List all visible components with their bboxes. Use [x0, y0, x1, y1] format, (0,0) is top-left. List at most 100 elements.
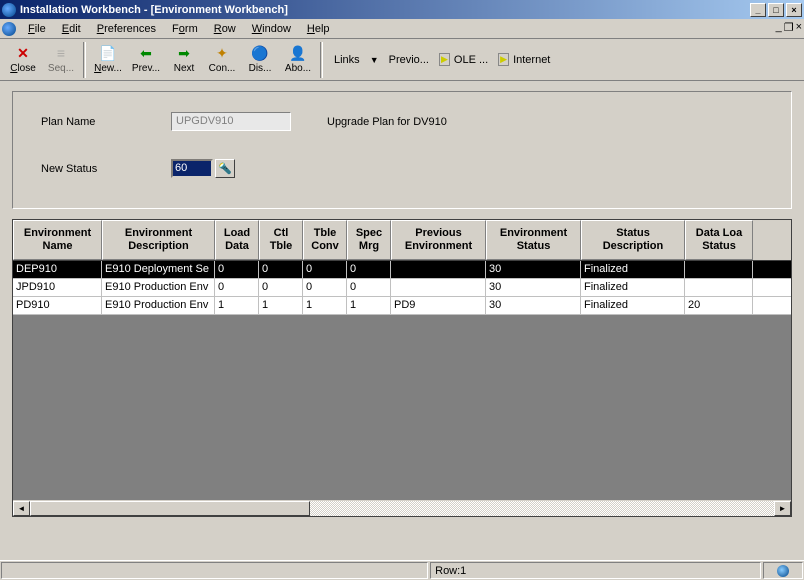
prev-arrow-icon: ⬅	[138, 45, 154, 61]
cell-prev: PD9	[391, 297, 486, 314]
scroll-thumb[interactable]	[30, 501, 310, 516]
menu-window[interactable]: Window	[244, 21, 299, 37]
cell-load: 0	[215, 261, 259, 278]
cell-env: PD910	[13, 297, 102, 314]
menu-file[interactable]: File	[20, 21, 54, 37]
flashlight-icon: 🔦	[218, 162, 232, 175]
next-arrow-icon: ➡	[176, 45, 192, 61]
cell-tble: 0	[303, 279, 347, 296]
cell-load: 1	[215, 297, 259, 314]
abo-button[interactable]: 👤 Abo...	[279, 41, 317, 79]
col-environment-name[interactable]: Environment Name	[13, 220, 102, 260]
maximize-button[interactable]: □	[768, 3, 784, 17]
plan-name-label: Plan Name	[41, 116, 171, 128]
grid-header: Environment Name Environment Description…	[13, 220, 791, 261]
mdi-icon[interactable]	[2, 22, 16, 36]
menu-edit[interactable]: Edit	[54, 21, 89, 37]
cell-spec: 1	[347, 297, 391, 314]
links-area: Links ▼ Previo... ▶OLE ... ▶Internet	[334, 53, 550, 66]
new-icon: 📄	[100, 45, 116, 61]
col-ctl-tble[interactable]: Ctl Tble	[259, 220, 303, 260]
about-icon: 👤	[290, 45, 306, 61]
status-cell-left	[1, 562, 428, 579]
col-status-description[interactable]: Status Description	[581, 220, 685, 260]
window-titlebar: Installation Workbench - [Environment Wo…	[0, 0, 804, 19]
grid: Environment Name Environment Description…	[12, 219, 792, 517]
col-environment-description[interactable]: Environment Description	[102, 220, 215, 260]
window-title: Installation Workbench - [Environment Wo…	[20, 4, 750, 16]
cell-tble: 0	[303, 261, 347, 278]
cell-spec: 0	[347, 261, 391, 278]
cell-sdesc: Finalized	[581, 297, 685, 314]
table-row[interactable]: DEP910 E910 Deployment Se 0 0 0 0 30 Fin…	[13, 261, 791, 279]
toolbar-separator	[83, 42, 86, 78]
ole-icon: ▶	[439, 53, 450, 66]
seq-button[interactable]: ≡ Seq...	[42, 41, 80, 79]
close-window-button[interactable]: ×	[786, 3, 802, 17]
dropdown-icon[interactable]: ▼	[370, 55, 379, 65]
toolbar-separator	[320, 42, 323, 78]
cell-status: 30	[486, 261, 581, 278]
dis-button[interactable]: 🔵 Dis...	[241, 41, 279, 79]
link-internet[interactable]: ▶Internet	[498, 53, 550, 66]
cell-spec: 0	[347, 279, 391, 296]
close-button[interactable]: ✕ Close	[4, 41, 42, 79]
cell-dls	[685, 279, 753, 296]
col-load-data[interactable]: Load Data	[215, 220, 259, 260]
grid-body: DEP910 E910 Deployment Se 0 0 0 0 30 Fin…	[13, 261, 791, 315]
close-icon: ✕	[15, 45, 31, 61]
menu-help[interactable]: Help	[299, 21, 338, 37]
link-ole[interactable]: ▶OLE ...	[439, 53, 488, 66]
cell-prev	[391, 261, 486, 278]
links-label: Links	[334, 54, 360, 66]
cell-sdesc: Finalized	[581, 261, 685, 278]
cell-status: 30	[486, 279, 581, 296]
minimize-button[interactable]: _	[750, 3, 766, 17]
mdi-window-buttons: _ ❐ ×	[776, 21, 802, 34]
mdi-restore-button[interactable]: ❐	[784, 21, 794, 34]
status-globe	[763, 562, 803, 579]
next-button[interactable]: ➡ Next	[165, 41, 203, 79]
globe-icon	[777, 565, 789, 577]
cell-dls: 20	[685, 297, 753, 314]
menu-row[interactable]: Row	[206, 21, 244, 37]
horizontal-scrollbar[interactable]: ◄ ►	[13, 499, 791, 516]
client-area: Plan Name UPGDV910 Upgrade Plan for DV91…	[0, 81, 804, 527]
cell-ctl: 0	[259, 279, 303, 296]
col-data-load-status[interactable]: Data Loa Status	[685, 220, 753, 260]
new-status-row: New Status 60 🔦	[41, 159, 763, 178]
cell-load: 0	[215, 279, 259, 296]
cell-env: DEP910	[13, 261, 102, 278]
new-button[interactable]: 📄 New...	[89, 41, 127, 79]
cell-sdesc: Finalized	[581, 279, 685, 296]
cell-dls	[685, 261, 753, 278]
new-status-input[interactable]: 60	[171, 159, 213, 178]
new-status-label: New Status	[41, 163, 171, 175]
cell-desc: E910 Deployment Se	[102, 261, 215, 278]
col-tble-conv[interactable]: Tble Conv	[303, 220, 347, 260]
mdi-minimize-button[interactable]: _	[776, 21, 782, 34]
mdi-close-button[interactable]: ×	[796, 21, 802, 34]
cell-status: 30	[486, 297, 581, 314]
table-row[interactable]: JPD910 E910 Production Env 0 0 0 0 30 Fi…	[13, 279, 791, 297]
col-previous-environment[interactable]: Previous Environment	[391, 220, 486, 260]
prev-button[interactable]: ⬅ Prev...	[127, 41, 165, 79]
menu-form[interactable]: Form	[164, 21, 206, 37]
col-environment-status[interactable]: Environment Status	[486, 220, 581, 260]
con-button[interactable]: ✦ Con...	[203, 41, 241, 79]
cell-ctl: 1	[259, 297, 303, 314]
menu-preferences[interactable]: Preferences	[89, 21, 164, 37]
scroll-right-button[interactable]: ►	[774, 501, 791, 516]
scroll-left-button[interactable]: ◄	[13, 501, 30, 516]
scroll-track[interactable]	[30, 501, 774, 516]
lookup-button[interactable]: 🔦	[215, 159, 235, 178]
table-row[interactable]: PD910 E910 Production Env 1 1 1 1 PD9 30…	[13, 297, 791, 315]
cell-tble: 1	[303, 297, 347, 314]
plan-name-row: Plan Name UPGDV910 Upgrade Plan for DV91…	[41, 112, 763, 131]
link-previous[interactable]: Previo...	[389, 54, 429, 66]
display-icon: 🔵	[252, 45, 268, 61]
cell-env: JPD910	[13, 279, 102, 296]
cell-prev	[391, 279, 486, 296]
plan-name-field: UPGDV910	[171, 112, 291, 131]
col-spec-mrg[interactable]: Spec Mrg	[347, 220, 391, 260]
